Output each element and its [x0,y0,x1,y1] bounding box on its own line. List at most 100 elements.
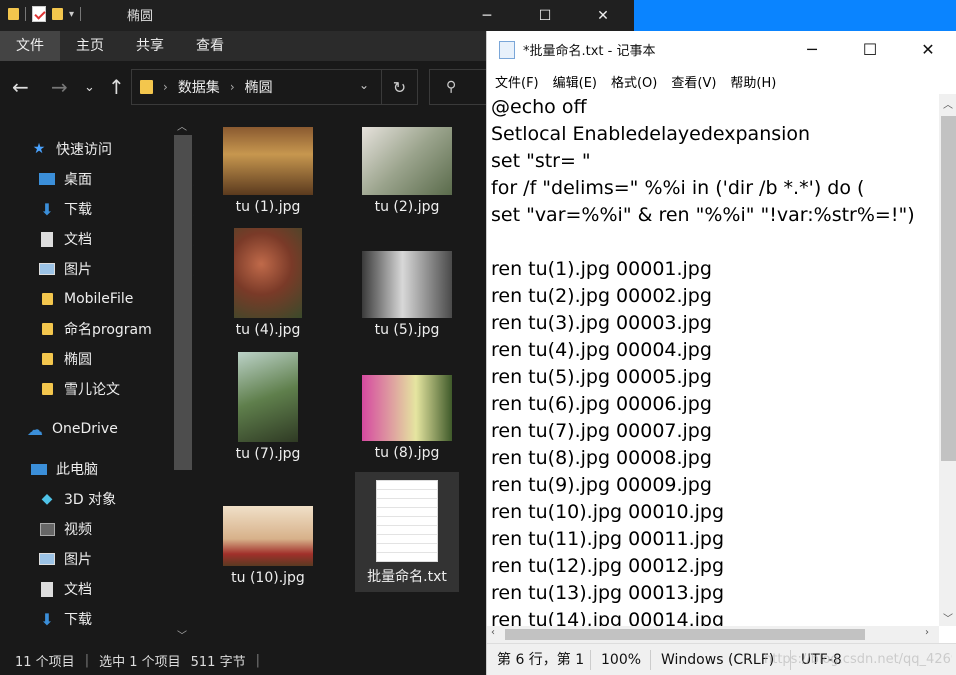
sidebar-item-downloads[interactable]: ⬇下载📌 [38,194,194,224]
chevron-right-icon[interactable]: › [230,80,235,94]
text-line[interactable]: ren tu(13).jpg 00013.jpg [491,580,939,607]
sidebar-item-onedrive[interactable]: ☁ OneDrive [26,414,118,444]
text-editor-area[interactable]: @echo off Setlocal Enabledelayedexpansion… [487,94,939,626]
star-icon: ★ [32,141,46,157]
file-item[interactable]: tu (4).jpg [209,228,327,338]
sidebar-item-xueer-paper[interactable]: 雪儿论文 [38,374,120,404]
text-line[interactable]: ren tu(1).jpg 00001.jpg [491,256,939,283]
menu-view[interactable]: 查看(V) [671,72,716,91]
sidebar-item-pictures[interactable]: 图片📌 [38,254,194,284]
text-line[interactable]: ren tu(11).jpg 00011.jpg [491,526,939,553]
text-line[interactable]: set "str= " [491,148,939,175]
svg-text:https://blog.csdn.net/qq_42699: https://blog.csdn.net/qq_42699973 [764,652,952,667]
new-folder-icon[interactable] [52,8,63,20]
refresh-icon[interactable]: ↻ [381,70,417,104]
horizontal-scrollbar-thumb[interactable] [505,629,865,640]
text-line[interactable]: ren tu(3).jpg 00003.jpg [491,310,939,337]
scroll-left-icon[interactable]: ‹ [491,627,495,638]
breadcrumb-ellipse[interactable]: 椭圆 [245,77,273,97]
text-line[interactable]: ren tu(5).jpg 00005.jpg [491,364,939,391]
text-line[interactable]: ren tu(14).jpg 00014.jpg [491,607,939,626]
file-item[interactable]: tu (8).jpg [348,375,466,461]
folder-icon [8,8,19,20]
sidebar-item-quick-access[interactable]: ★ 快速访问 [30,134,112,164]
file-item-selected[interactable]: 批量命名.txt [355,472,459,592]
notepad-menu-bar: 文件(F) 编辑(E) 格式(O) 查看(V) 帮助(H) [487,68,956,94]
sidebar-item-ellipse[interactable]: 椭圆 [38,344,92,374]
minimize-button[interactable]: ─ [458,0,516,31]
properties-icon[interactable] [32,6,46,22]
file-item[interactable]: tu (1).jpg [209,127,327,215]
sidebar-item-documents[interactable]: 文档📌 [38,224,194,254]
text-line[interactable]: Setlocal Enabledelayedexpansion [491,121,939,148]
menu-file[interactable]: 文件(F) [495,72,539,91]
breadcrumb-dataset[interactable]: 数据集 [178,77,220,97]
watermark-image: https://blog.csdn.net/qq_42699973 [764,652,952,667]
close-button[interactable]: ✕ [899,31,956,68]
text-line[interactable]: ren tu(8).jpg 00008.jpg [491,445,939,472]
cursor-position: 第 6 行，第 1 [487,649,591,670]
tab-view[interactable]: 查看 [180,31,240,61]
maximize-button[interactable]: ☐ [841,31,899,68]
scroll-right-icon[interactable]: › [925,627,929,638]
vertical-scrollbar-thumb[interactable] [941,116,956,461]
text-line[interactable]: ren tu(4).jpg 00004.jpg [491,337,939,364]
sidebar-item-naming-program[interactable]: 命名program [38,314,152,344]
text-line[interactable]: @echo off [491,94,939,121]
recent-dropdown-icon[interactable]: ⌄ [84,80,95,95]
file-item[interactable]: tu (5).jpg [348,251,466,338]
chevron-right-icon[interactable]: › [163,80,168,94]
text-line[interactable]: ren tu(6).jpg 00006.jpg [491,391,939,418]
text-line[interactable]: set "var=%%i" & ren "%%i" "!var:%str%=!"… [491,202,939,229]
forward-icon[interactable]: → [51,75,68,99]
sidebar-item-videos[interactable]: 视频 [38,514,92,544]
folder-icon [38,321,56,337]
text-line[interactable] [491,229,939,256]
text-line[interactable]: ren tu(7).jpg 00007.jpg [491,418,939,445]
minimize-button[interactable]: ─ [783,31,841,68]
file-name: 批量命名.txt [367,569,447,585]
text-line[interactable]: for /f "delims=" %%i in ('dir /b *.*') d… [491,175,939,202]
sidebar-item-documents-pc[interactable]: 文档 [38,574,92,604]
close-button[interactable]: ✕ [574,0,632,31]
sidebar-item-mobilefile[interactable]: MobileFile [38,284,133,314]
file-item[interactable]: tu (10).jpg [209,506,327,586]
text-line[interactable]: ren tu(12).jpg 00012.jpg [491,553,939,580]
menu-format[interactable]: 格式(O) [611,72,657,91]
tab-home[interactable]: 主页 [60,31,120,61]
text-line[interactable]: ren tu(2).jpg 00002.jpg [491,283,939,310]
pictures-icon [38,261,56,277]
quick-access-dropdown-icon[interactable]: ▾ [69,9,74,20]
maximize-button[interactable]: ☐ [516,0,574,31]
tab-file[interactable]: 文件 [0,31,60,61]
scroll-up-icon[interactable]: ︿ [177,118,187,133]
sidebar-scrollbar-thumb[interactable] [174,135,192,470]
file-item[interactable]: tu (7).jpg [209,352,327,462]
back-icon[interactable]: ← [12,75,29,99]
text-line[interactable]: ren tu(10).jpg 00010.jpg [491,499,939,526]
up-icon[interactable]: ↑ [108,75,125,99]
menu-edit[interactable]: 编辑(E) [553,72,597,91]
notepad-title: *批量命名.txt - 记事本 [523,44,656,59]
address-bar[interactable]: › 数据集 › 椭圆 ⌄ ↻ [131,69,418,105]
sidebar-item-desktop[interactable]: 桌面📌 [38,164,194,194]
text-line[interactable]: ren tu(9).jpg 00009.jpg [491,472,939,499]
image-thumbnail [234,228,302,318]
item-count: 11 个项目 [15,654,75,670]
scroll-down-icon[interactable]: ﹀ [177,627,187,642]
tab-share[interactable]: 共享 [120,31,180,61]
scroll-down-icon[interactable]: ﹀ [943,610,953,625]
file-item[interactable]: tu (2).jpg [348,127,466,215]
menu-help[interactable]: 帮助(H) [730,72,776,91]
address-dropdown-icon[interactable]: ⌄ [359,78,369,92]
file-name: tu (5).jpg [374,322,440,338]
sidebar-item-downloads-pc[interactable]: ⬇ 下载 [38,604,92,634]
scroll-up-icon[interactable]: ︿ [943,96,953,111]
sidebar-item-pictures-pc[interactable]: 图片 [38,544,92,574]
sidebar-item-this-pc[interactable]: 此电脑 [30,454,98,484]
file-name: tu (7).jpg [235,446,301,462]
image-thumbnail [238,352,298,442]
cube-icon: ◆ [41,491,53,507]
folder-icon [140,80,153,94]
sidebar-item-3d-objects[interactable]: ◆ 3D 对象 [38,484,117,514]
